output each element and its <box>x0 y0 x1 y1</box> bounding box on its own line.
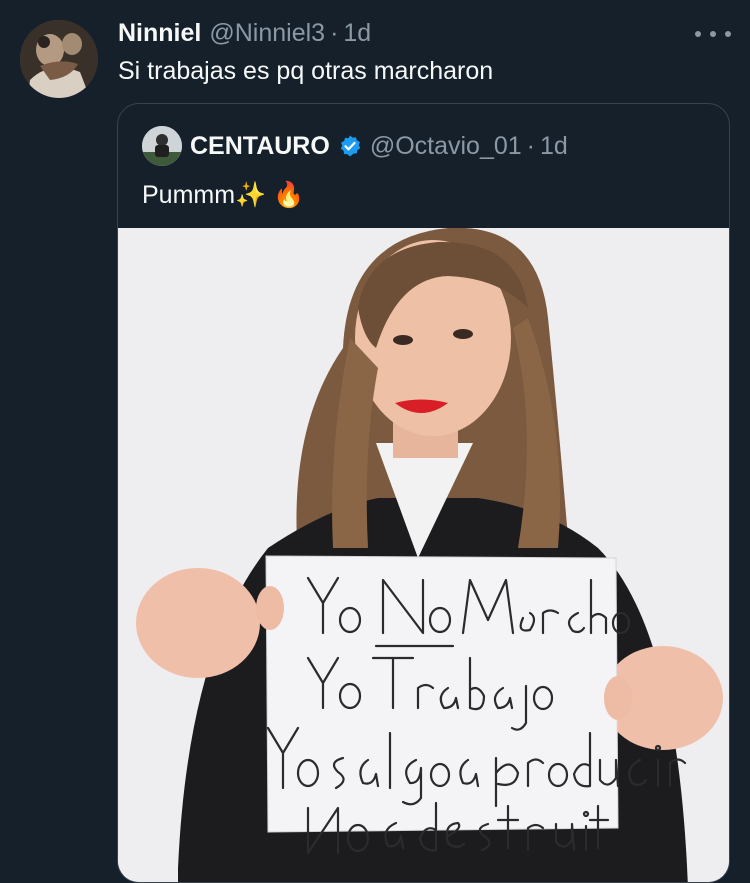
quoted-user-handle[interactable]: @Octavio_01 <box>370 130 522 162</box>
quoted-photo[interactable] <box>118 228 729 882</box>
more-icon[interactable] <box>695 22 731 46</box>
avatar-image <box>20 20 98 98</box>
quoted-tweet[interactable]: CENTAURO @Octavio_01 · 1d Pummm✨ 🔥 <box>117 103 730 883</box>
quoted-text: Pummm✨ 🔥 <box>142 181 305 209</box>
separator-dot: · <box>526 132 535 160</box>
quoted-avatar-image <box>142 126 182 166</box>
tweet[interactable]: Ninniel @Ninniel3 · 1d Si trabajas es pq… <box>0 0 750 883</box>
more-dot <box>695 31 701 37</box>
user-handle[interactable]: @Ninniel3 <box>209 17 325 49</box>
quoted-timestamp[interactable]: 1d <box>540 130 568 162</box>
quoted-header: CENTAURO @Octavio_01 · 1d <box>190 130 568 162</box>
quoted-display-name[interactable]: CENTAURO <box>190 130 330 162</box>
verified-badge-icon <box>340 135 361 157</box>
display-name[interactable]: Ninniel <box>118 17 201 49</box>
quoted-avatar[interactable] <box>142 126 182 166</box>
timestamp[interactable]: 1d <box>343 17 371 49</box>
more-dot <box>710 31 716 37</box>
avatar[interactable] <box>20 20 98 98</box>
more-dot <box>725 31 731 37</box>
tweet-text: Si trabajas es pq otras marcharon <box>118 57 494 85</box>
separator-dot: · <box>330 19 339 47</box>
photo-image <box>118 228 729 882</box>
tweet-header: Ninniel @Ninniel3 · 1d <box>118 17 371 49</box>
